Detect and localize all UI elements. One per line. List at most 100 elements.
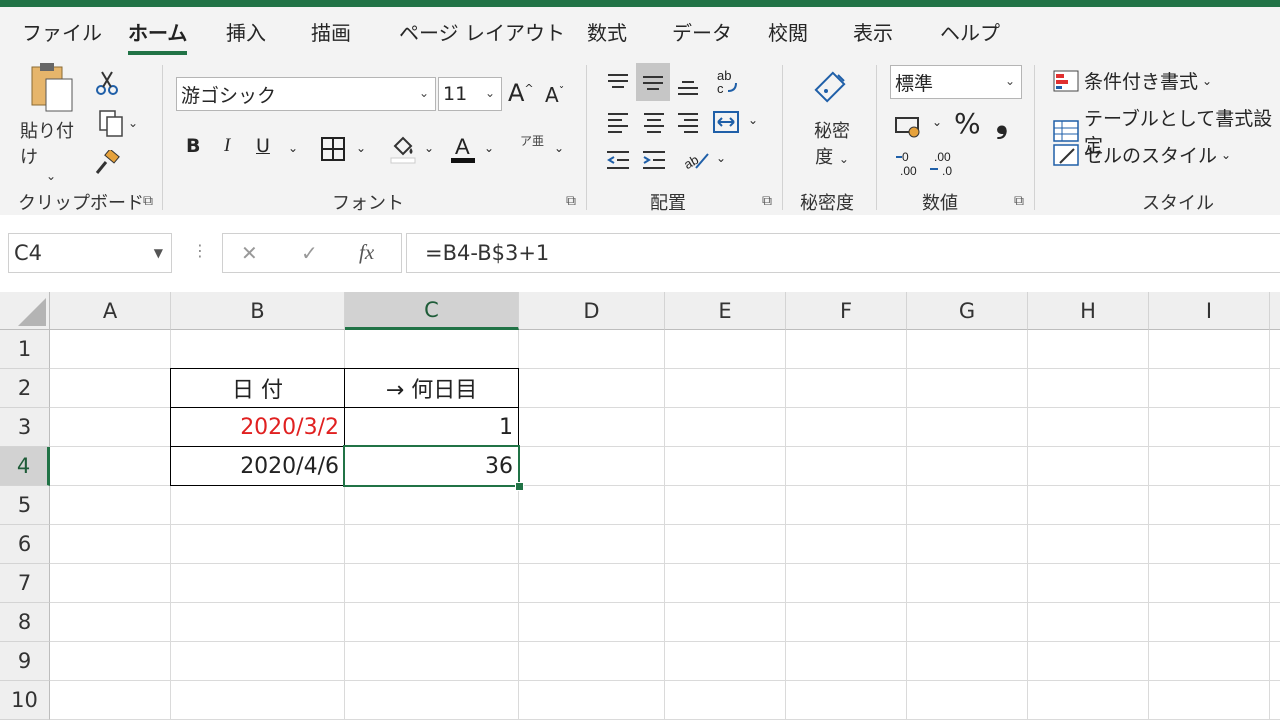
name-box-value: C4	[14, 241, 43, 265]
name-box[interactable]: C4 ▼	[8, 233, 172, 273]
column-header-i[interactable]: I	[1149, 292, 1270, 330]
fill-color-button[interactable]	[388, 133, 418, 165]
cell-b3[interactable]: 2020/3/2	[170, 407, 345, 447]
row-header-3[interactable]: 3	[0, 408, 50, 447]
format-painter-button[interactable]	[92, 147, 122, 179]
conditional-formatting-button[interactable]: 条件付き書式 ⌄	[1052, 67, 1212, 94]
row-header-1[interactable]: 1	[0, 330, 50, 369]
tab-formulas[interactable]: 数式	[587, 17, 627, 46]
cell-c3[interactable]: 1	[344, 407, 519, 447]
more-options-icon[interactable]: ⋮	[192, 241, 208, 260]
tab-data[interactable]: データ	[672, 17, 732, 46]
row-header-9[interactable]: 9	[0, 642, 50, 681]
chevron-down-icon[interactable]: ⌄	[356, 141, 366, 155]
ribbon-body: 貼り付け ⌄ ⌄ クリップボード ⧉ 游ゴシック ⌄ 11 ⌄ A^ Aˇ B …	[0, 57, 1280, 215]
dialog-launcher-icon[interactable]: ⧉	[143, 193, 153, 209]
column-header-b[interactable]: B	[171, 292, 345, 330]
font-color-button[interactable]: A	[448, 133, 478, 165]
select-all-corner[interactable]	[0, 292, 50, 330]
align-left-button[interactable]	[602, 107, 634, 137]
font-size-combo[interactable]: 11 ⌄	[438, 77, 502, 111]
row-header-6[interactable]: 6	[0, 525, 50, 564]
align-bottom-button[interactable]	[672, 71, 704, 101]
decrease-decimal-button[interactable]: .00.0	[928, 149, 958, 179]
borders-button[interactable]	[318, 135, 348, 163]
cancel-icon[interactable]: ✕	[241, 241, 258, 265]
dialog-launcher-icon[interactable]: ⧉	[1014, 193, 1024, 209]
cell-styles-button[interactable]: セルのスタイル ⌄	[1052, 141, 1231, 168]
cell-c4-active[interactable]: 36	[343, 445, 520, 487]
column-header-d[interactable]: D	[519, 292, 665, 330]
sensitivity-button[interactable]: 秘密 度 ⌄	[800, 67, 864, 187]
decrease-indent-button[interactable]	[602, 145, 634, 175]
group-separator	[876, 65, 877, 210]
number-format-combo[interactable]: 標準 ⌄	[890, 65, 1022, 99]
furigana-button[interactable]: ア亜	[520, 135, 544, 148]
tab-insert[interactable]: 挿入	[226, 17, 266, 46]
cell-b4[interactable]: 2020/4/6	[170, 446, 345, 486]
text-direction-button[interactable]: ab	[680, 145, 712, 175]
merge-center-button[interactable]	[710, 107, 742, 137]
cut-button[interactable]	[92, 67, 122, 99]
underline-button[interactable]: U	[256, 135, 270, 157]
column-header-e[interactable]: E	[665, 292, 786, 330]
chevron-down-icon[interactable]: ⌄	[424, 141, 434, 155]
row-header-4[interactable]: 4	[0, 447, 50, 486]
align-center-button[interactable]	[638, 107, 670, 137]
column-header-partial[interactable]	[1270, 292, 1280, 330]
cell-c2[interactable]: → 何日目	[344, 368, 519, 408]
increase-indent-button[interactable]	[638, 145, 670, 175]
font-name-combo[interactable]: 游ゴシック ⌄	[176, 77, 436, 111]
formula-input[interactable]: =B4-B$3+1	[406, 233, 1280, 273]
dialog-launcher-icon[interactable]: ⧉	[566, 193, 576, 209]
formula-bar: C4 ▼ ⋮ ✕ ✓ fx =B4-B$3+1	[0, 215, 1280, 292]
row-header-8[interactable]: 8	[0, 603, 50, 642]
fill-handle[interactable]	[515, 482, 524, 491]
chevron-down-icon[interactable]: ⌄	[288, 141, 298, 155]
cell-b2[interactable]: 日 付	[170, 368, 345, 408]
increase-decimal-button[interactable]: 0.00	[894, 149, 924, 179]
group-separator	[162, 65, 163, 210]
chevron-down-icon[interactable]: ⌄	[554, 141, 564, 155]
dialog-launcher-icon[interactable]: ⧉	[762, 193, 772, 209]
chevron-down-icon[interactable]: ⌄	[748, 113, 758, 127]
enter-icon[interactable]: ✓	[301, 241, 318, 265]
column-header-f[interactable]: F	[786, 292, 907, 330]
chevron-down-icon[interactable]: ⌄	[932, 115, 942, 129]
tab-help[interactable]: ヘルプ	[940, 17, 1000, 46]
comma-style-button[interactable]: ❟	[996, 105, 1008, 140]
gridline	[1269, 330, 1270, 720]
align-middle-button[interactable]	[636, 63, 670, 101]
italic-button[interactable]: I	[224, 135, 230, 157]
bold-button[interactable]: B	[186, 135, 200, 157]
column-header-c[interactable]: C	[345, 292, 519, 330]
accounting-format-button[interactable]	[892, 111, 926, 141]
row-header-5[interactable]: 5	[0, 486, 50, 525]
decrease-font-button[interactable]: Aˇ	[545, 83, 564, 107]
tab-file[interactable]: ファイル	[22, 17, 102, 46]
worksheet-grid[interactable]: A B C D E F G H I 1 2 3 4 5 6 7 8 9 10 日…	[0, 292, 1280, 720]
orientation-button[interactable]: ab c	[712, 65, 744, 99]
increase-font-button[interactable]: A^	[508, 79, 534, 107]
column-header-a[interactable]: A	[50, 292, 171, 330]
tab-draw[interactable]: 描画	[311, 17, 351, 46]
tab-view[interactable]: 表示	[853, 17, 893, 46]
group-separator	[1034, 65, 1035, 210]
tab-review[interactable]: 校閲	[768, 17, 808, 46]
copy-button[interactable]: ⌄	[92, 107, 144, 139]
chevron-down-icon[interactable]: ⌄	[484, 141, 494, 155]
row-header-10[interactable]: 10	[0, 681, 50, 720]
tab-home[interactable]: ホーム	[128, 17, 188, 55]
row-header-2[interactable]: 2	[0, 369, 50, 408]
insert-function-button[interactable]: fx	[359, 240, 374, 265]
percent-button[interactable]: %	[954, 107, 981, 140]
paste-button[interactable]: 貼り付け ⌄	[20, 63, 82, 183]
decrease-decimal-icon: .00.0	[928, 149, 958, 179]
align-top-button[interactable]	[602, 67, 634, 97]
tab-page-layout[interactable]: ページ レイアウト	[399, 17, 565, 46]
align-right-button[interactable]	[672, 107, 704, 137]
chevron-down-icon[interactable]: ⌄	[716, 151, 726, 165]
column-header-g[interactable]: G	[907, 292, 1028, 330]
column-header-h[interactable]: H	[1028, 292, 1149, 330]
row-header-7[interactable]: 7	[0, 564, 50, 603]
